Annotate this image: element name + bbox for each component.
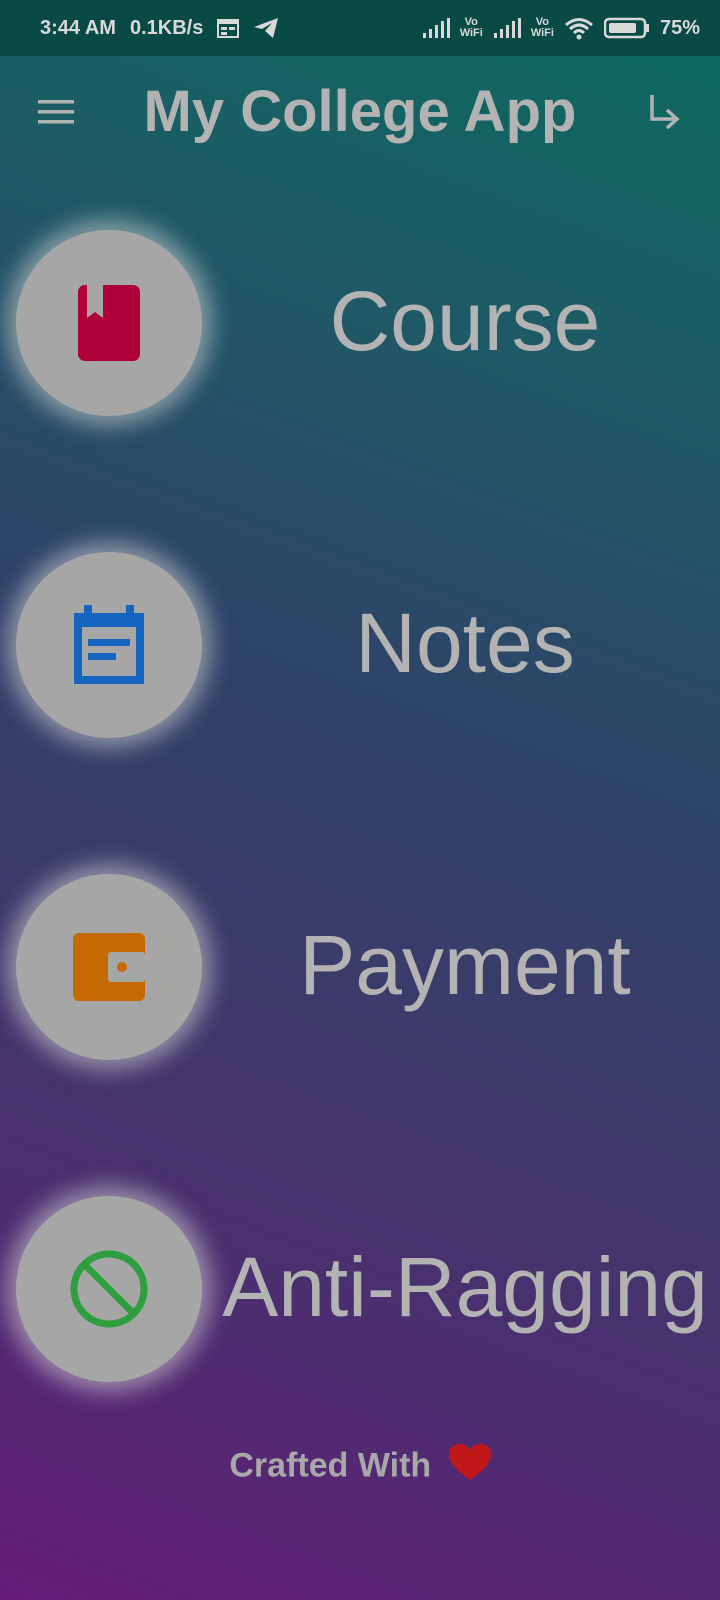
book-icon xyxy=(78,285,140,361)
course-label: Course xyxy=(329,274,601,368)
telegram-icon xyxy=(253,17,279,39)
payment-label: Payment xyxy=(299,918,631,1012)
course-icon-circle[interactable] xyxy=(16,230,202,416)
signal-icon xyxy=(493,17,521,39)
logout-button[interactable] xyxy=(638,86,690,138)
status-network-speed: 0.1KB/s xyxy=(129,16,204,39)
menu-item-course[interactable]: Course xyxy=(0,230,720,420)
status-bar-right: Vo WiFi Vo WiFi 75% xyxy=(422,0,700,56)
app-title: My College App xyxy=(143,79,577,144)
payment-icon-circle[interactable] xyxy=(16,874,202,1060)
battery-percent: 75% xyxy=(659,16,700,39)
menu-item-notes[interactable]: Notes xyxy=(0,552,720,742)
app-bar: My College App xyxy=(0,56,720,168)
volte-indicator: Vo WiFi xyxy=(459,16,483,39)
logout-arrow-icon xyxy=(650,95,680,130)
app-screen: 3:44 AM 0.1KB/s Vo WiFi Vo WiFi 75% My C… xyxy=(0,0,720,1600)
anti-ragging-icon-circle[interactable] xyxy=(16,1196,202,1382)
notes-label: Notes xyxy=(355,596,575,690)
wallet-icon xyxy=(73,933,145,1001)
status-bar-left: 3:44 AM 0.1KB/s xyxy=(40,0,279,56)
volte-indicator: Vo WiFi xyxy=(530,16,554,39)
signal-icon xyxy=(422,17,450,39)
anti-ragging-label: Anti-Ragging xyxy=(222,1240,708,1334)
block-icon xyxy=(70,1250,148,1328)
footer: Crafted With xyxy=(0,1444,720,1491)
footer-text: Crafted With xyxy=(229,1446,432,1485)
status-time: 3:44 AM xyxy=(40,16,116,39)
calendar-notification-icon xyxy=(217,18,240,38)
menu-item-payment[interactable]: Payment xyxy=(0,874,720,1064)
menu-item-anti-ragging[interactable]: Anti-Ragging xyxy=(0,1196,720,1386)
heart-icon xyxy=(448,1444,491,1491)
battery-icon xyxy=(603,17,650,39)
notes-icon-circle[interactable] xyxy=(16,552,202,738)
status-bar: 3:44 AM 0.1KB/s Vo WiFi Vo WiFi 75% xyxy=(0,0,720,56)
wifi-icon xyxy=(564,16,594,40)
calendar-note-icon xyxy=(74,605,144,684)
